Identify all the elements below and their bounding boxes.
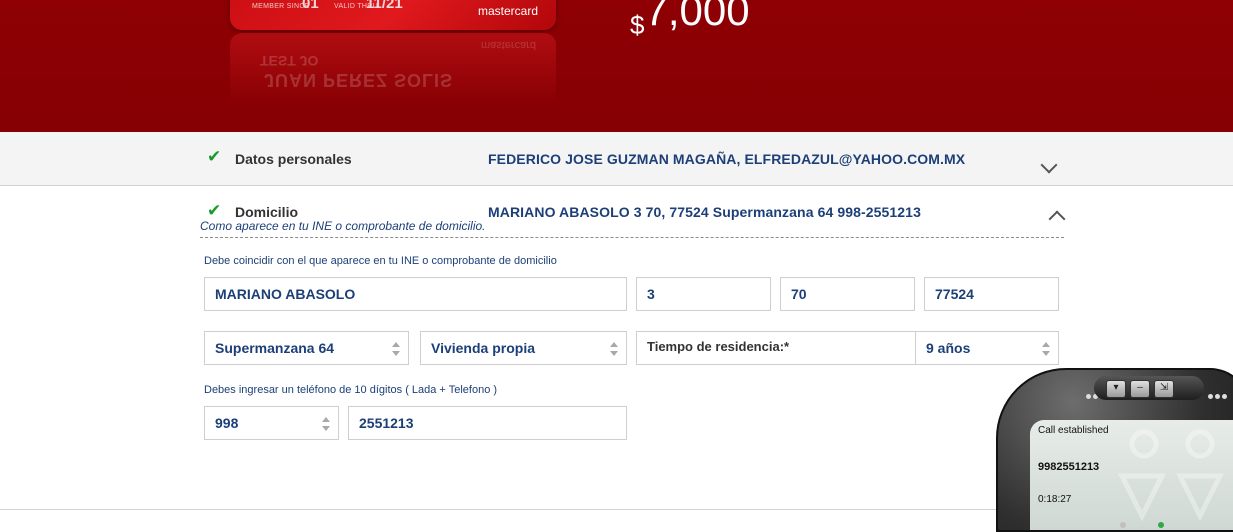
check-icon: ✔ [207,147,222,166]
softphone-toolbar: ▾ – ⇲ [1094,376,1204,400]
credit-card-image: MEMBER SINCE 01 VALID THRU 11/21 masterc… [230,0,556,30]
reflection-brand: mastercard [480,39,536,51]
housing-type-value: Vivienda propia [431,340,535,356]
phone-note: Debes ingresar un teléfono de 10 dígitos… [204,384,498,396]
call-timer: 0:18:27 [1038,494,1072,505]
section-summary-personal: FEDERICO JOSE GUZMAN MAGAÑA, ELFREDAZUL@… [488,151,966,167]
residence-time-label: Tiempo de residencia:* [647,339,790,354]
hero-banner: MEMBER SINCE 01 VALID THRU 11/21 masterc… [0,0,1233,132]
housing-type-select[interactable]: Vivienda propia [420,331,627,365]
lada-select[interactable]: 998 [204,406,339,440]
colonia-value: Supermanzana 64 [215,340,335,356]
call-status: Call established [1038,425,1109,436]
minimize-icon[interactable]: – [1130,380,1150,398]
amount-value: 7,000 [644,0,750,34]
chevron-down-icon[interactable] [1040,156,1058,174]
amount-currency: $ [630,10,645,40]
section-personal-data[interactable]: ✔ Datos personales FEDERICO JOSE GUZMAN … [0,132,1233,186]
section-address[interactable]: ✔ Domicilio MARIANO ABASOLO 3 70, 77524 … [0,186,1233,236]
check-icon: ✔ [207,201,222,220]
status-led [1158,522,1164,528]
colonia-select[interactable]: Supermanzana 64 [204,331,409,365]
call-number: 9982551213 [1038,461,1100,473]
postal-code-input[interactable]: 77524 [924,277,1059,311]
chevron-up-icon[interactable] [1048,210,1066,228]
softphone-screen: Call established 9982551213 0:18:27 [1030,420,1233,530]
residence-time-label-box: Tiempo de residencia:* [636,331,916,365]
phone-input[interactable]: 2551213 [348,406,627,440]
reflection-name: JUAN PEREZ SOLIS [264,70,454,90]
card-valid-thru-value: 11/21 [366,0,403,12]
section-title-personal: Datos personales [235,151,352,167]
select-arrows-icon [610,342,618,356]
interior-number-input[interactable]: 70 [780,277,915,311]
mastercard-logo: mastercard [477,4,538,18]
collapse-icon[interactable]: ⇲ [1154,380,1174,398]
select-arrows-icon [322,417,330,431]
address-note: Debe coincidir con el que aparece en tu … [204,255,557,267]
card-member-since-value: 01 [302,0,319,12]
residence-time-select[interactable]: 9 años [915,331,1059,365]
card-reflection: JUAN PEREZ SOLIS TEST JO mastercard [230,33,556,103]
people-logo-icon [1117,429,1225,522]
address-hint: Como aparece en tu INE o comprobante de … [200,219,486,233]
divider [200,237,1064,238]
status-led [1120,522,1126,528]
reflection-number: TEST JO [260,53,319,69]
select-arrows-icon [1042,342,1050,356]
residence-time-value: 9 años [926,340,971,356]
street-input[interactable]: MARIANO ABASOLO [204,277,627,311]
exterior-number-input[interactable]: 3 [636,277,771,311]
select-arrows-icon [392,342,400,356]
lada-value: 998 [215,415,239,431]
indicator-dots [1208,386,1229,399]
menu-dropdown-icon[interactable]: ▾ [1106,380,1126,398]
section-summary-address: MARIANO ABASOLO 3 70, 77524 Supermanzana… [488,204,921,220]
credit-amount: $7,000 [630,0,750,40]
section-title-address: Domicilio [235,204,299,220]
softphone-widget[interactable]: ▾ – ⇲ Call established 9982551213 0:18:2… [996,368,1233,532]
